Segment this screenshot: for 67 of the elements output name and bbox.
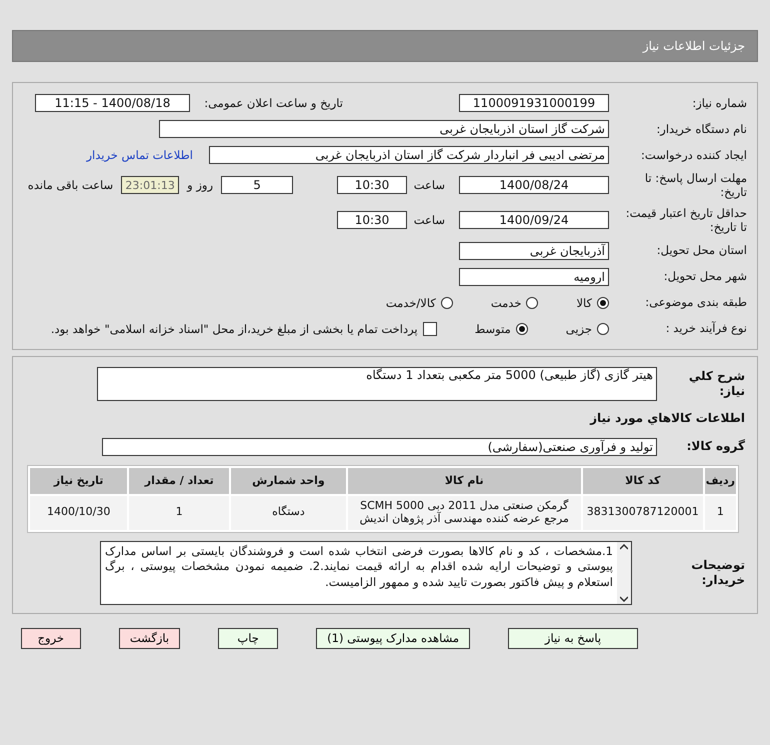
field-label: نام دستگاه خریدار: <box>655 122 747 136</box>
remaining-time-field: 23:01:13 <box>121 176 180 194</box>
scrollbar[interactable] <box>617 542 631 604</box>
field-label: استان محل تحویل: <box>656 243 747 258</box>
requester-field: مرتضی ادیبی فر انباردار شرکت گاز استان اذربایجان غربی <box>209 146 609 164</box>
column-header: نام کالا <box>348 468 581 494</box>
column-header: کد کالا <box>582 468 703 494</box>
city-field: ارومیه <box>459 268 609 286</box>
field-label: توضیحات خریدار: <box>690 558 745 588</box>
action-button[interactable]: بازگشت <box>118 628 180 648</box>
field-label: شرح کلي نياز: <box>688 368 745 398</box>
field-label: روز و <box>187 178 213 192</box>
field-label: طبقه بندی موضوعی: <box>644 295 747 310</box>
table-cell: گرمکن صنعتی مدل 2011 دبی SCMH 5000 مرجع عرضه کننده مهندسی آذر پژوهان اندیش <box>348 496 581 530</box>
validity-time-field: 10:30 <box>337 211 407 230</box>
field-label: مهلت ارسال پاسخ: تا تاریخ: <box>644 171 747 200</box>
field-label: ساعت باقی مانده <box>28 178 114 192</box>
scroll-up-icon[interactable] <box>620 544 628 550</box>
table-cell: 1400/10/30 <box>30 496 128 530</box>
radio-button[interactable] <box>516 322 528 334</box>
radio-button[interactable] <box>597 296 609 308</box>
field-label: ساعت <box>415 213 445 228</box>
table-cell: دستگاه <box>231 496 346 530</box>
table-cell: 3831300787120001 <box>582 496 703 530</box>
radio-button[interactable] <box>597 322 609 334</box>
days-field: 5 <box>221 176 293 194</box>
field-label: شهر محل تحویل: <box>662 269 747 284</box>
action-button[interactable]: خروج <box>20 628 81 648</box>
field-label: شماره نیاز: <box>691 96 747 110</box>
group-field: تولید و فرآوری صنعتی(سفارشی) <box>102 438 657 456</box>
radio-label: کالا/خدمت <box>386 296 436 310</box>
announce-date-field: 1400/08/18 - 11:15 <box>35 94 190 112</box>
deadline-date-field: 1400/08/24 <box>459 176 609 194</box>
deadline-time-field: 10:30 <box>337 176 407 194</box>
action-button[interactable]: پاسخ به نیاز <box>508 628 638 648</box>
radio-label: جزیی <box>566 322 592 336</box>
scroll-down-icon[interactable] <box>620 596 628 602</box>
need-number-field: 1100091931000199 <box>459 94 609 112</box>
field-label: تاریخ و ساعت اعلان عمومی: <box>203 96 343 110</box>
field-label: حداقل تاریخ اعتبار قیمت: تا تاریخ: <box>624 206 747 234</box>
column-header: تعداد / مقدار <box>129 468 230 494</box>
column-header: تاریخ نیاز <box>30 468 128 494</box>
column-header: واحد شمارش <box>231 468 346 494</box>
field-label: گروه کالا: <box>686 439 745 454</box>
radio-label: متوسط <box>474 322 511 336</box>
field-label: ساعت <box>415 178 445 192</box>
radio-button[interactable] <box>440 296 453 308</box>
province-field: آذربایجان غربی <box>459 242 609 260</box>
radio-label: کالا <box>576 296 592 310</box>
buyer-field: شرکت گاز استان اذربایجان غربی <box>159 120 609 138</box>
contact-link[interactable]: اطلاعات تماس خریدار <box>86 148 193 162</box>
field-label: نوع فرآیند خرید : <box>664 321 747 336</box>
radio-label: خدمت <box>490 296 522 310</box>
validity-date-field: 1400/09/24 <box>459 211 609 230</box>
table-cell: 1 <box>129 496 230 530</box>
action-button[interactable]: چاپ <box>218 628 278 648</box>
field-label: ایجاد کننده درخواست: <box>640 148 747 162</box>
table-cell: 1 <box>704 496 736 530</box>
checkbox-label: پرداخت تمام یا بخشی از مبلغ خرید،از محل "اسناد خزانه اسلامی" خواهد بود. <box>50 322 418 336</box>
checkbox[interactable] <box>422 322 437 336</box>
column-header: ردیف <box>704 468 736 494</box>
action-button[interactable]: مشاهده مدارک پیوستی (1) <box>316 628 470 648</box>
summary-field: هیتر گازی (گاز طبیعی) 5000 متر مکعبی بتعداد 1 دستگاه <box>97 366 657 400</box>
page-title: جزئیات اطلاعات نیاز <box>12 30 758 62</box>
section-heading: اطلاعات كالاهاي مورد نياز <box>588 411 745 426</box>
radio-button[interactable] <box>526 296 538 308</box>
notes-field: 1.مشخصات ، کد و نام کالاها بصورت فرضی انتخاب شده است و فروشندگان بایستی بر اساس مدارک پیوستی و توضیحات ارایه شده اقدام به ارائه قیمت نمایند.2. ضمیمه نمودن مشخصات پیوستی ، برگ استعلام و پیش فاکتور بصورت تایید شده و ممهور الزامیست. <box>100 540 632 604</box>
